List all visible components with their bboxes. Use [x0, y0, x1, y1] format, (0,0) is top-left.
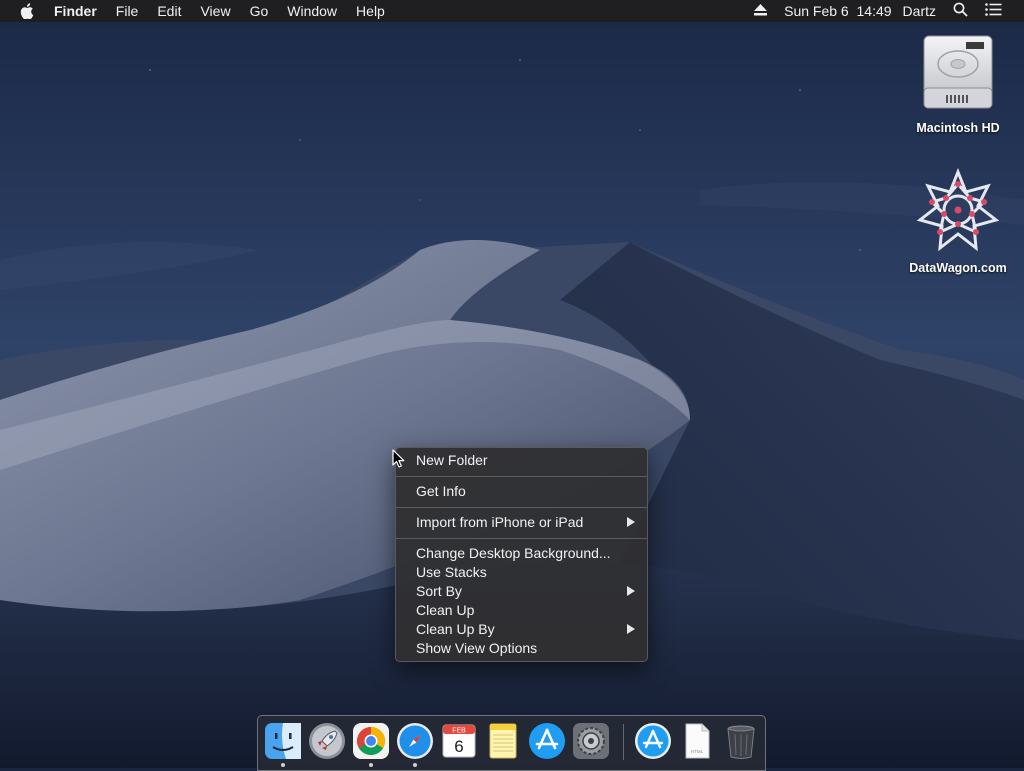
desktop-item-macintosh-hd[interactable]: Macintosh HD	[903, 32, 1013, 135]
desktop-item-datawagon[interactable]: DataWagon.com	[903, 167, 1013, 275]
desktop-item-label: DataWagon.com	[909, 261, 1007, 275]
apple-logo-icon[interactable]	[20, 3, 36, 19]
menu-bar-status-area: Sun Feb 6 14:49 Dartz	[754, 0, 1024, 22]
menu-item-new-folder[interactable]: New Folder	[416, 451, 488, 470]
menu-view[interactable]: View	[200, 3, 230, 19]
gear-icon[interactable]	[571, 721, 611, 761]
hard-drive-icon	[923, 35, 993, 109]
menu-file[interactable]: File	[116, 3, 139, 19]
calendar-month: FEB	[452, 728, 466, 735]
calendar-day: 6	[454, 737, 463, 756]
mouse-pointer-icon	[392, 449, 405, 468]
menu-item-sort-by[interactable]: Sort By	[416, 582, 462, 601]
menu-item-use-stacks[interactable]: Use Stacks	[416, 563, 487, 582]
document-type-label: HTML	[691, 749, 704, 754]
submenu-arrow-icon	[627, 517, 635, 527]
menu-clock[interactable]: Sun Feb 6 14:49	[784, 3, 891, 19]
menu-separator	[396, 476, 647, 477]
launchpad-rocket-icon[interactable]	[307, 721, 347, 761]
desktop-context-menu: New Folder Get Info Import from iPhone o…	[395, 447, 648, 662]
menu-item-clean-up[interactable]: Clean Up	[416, 601, 474, 620]
downloads-stack-icon[interactable]	[633, 721, 673, 761]
menu-item-show-view-options[interactable]: Show View Options	[416, 639, 537, 658]
desktop-item-label: Macintosh HD	[916, 121, 1000, 135]
menu-help[interactable]: Help	[356, 3, 385, 19]
calendar-icon[interactable]: FEB 6	[439, 721, 479, 761]
trash-icon[interactable]	[721, 721, 761, 761]
menu-item-clean-up-by[interactable]: Clean Up By	[416, 620, 495, 639]
menu-item-import-from-iphone[interactable]: Import from iPhone or iPad	[416, 513, 583, 532]
running-indicator	[281, 763, 285, 767]
chrome-icon[interactable]	[351, 721, 391, 761]
running-indicator	[413, 763, 417, 767]
star-network-icon	[916, 167, 1000, 252]
menu-bar: Finder File Edit View Go Window Help Sun…	[0, 0, 1024, 22]
menu-item-get-info[interactable]: Get Info	[416, 482, 466, 501]
finder-icon[interactable]	[263, 721, 303, 761]
user-name[interactable]: Dartz	[903, 3, 936, 19]
submenu-arrow-icon	[627, 586, 635, 596]
menu-edit[interactable]: Edit	[157, 3, 181, 19]
menu-separator	[396, 538, 647, 539]
eject-icon[interactable]	[754, 3, 768, 19]
menu-separator	[396, 507, 647, 508]
clock-time: 14:49	[856, 3, 892, 19]
menu-window[interactable]: Window	[287, 3, 337, 19]
list-icon[interactable]	[985, 3, 1002, 19]
search-icon[interactable]	[953, 2, 968, 20]
dock-divider	[623, 724, 624, 760]
notes-icon[interactable]	[483, 721, 523, 761]
running-indicator	[369, 763, 373, 767]
submenu-arrow-icon	[627, 624, 635, 634]
menu-go[interactable]: Go	[250, 3, 269, 19]
document-icon[interactable]: HTML	[677, 721, 717, 761]
app-store-icon[interactable]	[527, 721, 567, 761]
safari-compass-icon[interactable]	[395, 721, 435, 761]
menu-finder[interactable]: Finder	[54, 3, 97, 19]
menu-item-change-desktop-background[interactable]: Change Desktop Background...	[416, 544, 611, 563]
clock-date: Sun Feb 6	[784, 3, 849, 19]
dock: FEB 6 HTML	[257, 715, 766, 771]
